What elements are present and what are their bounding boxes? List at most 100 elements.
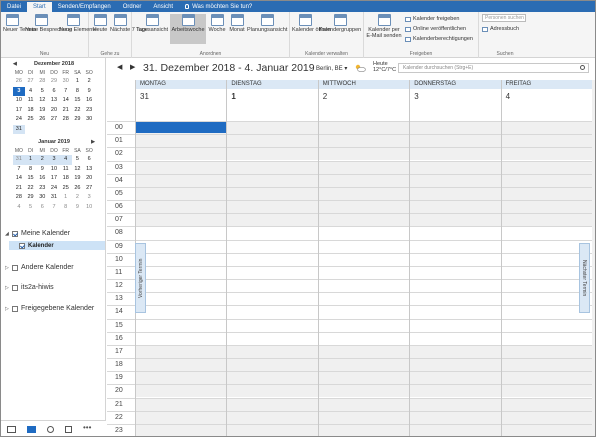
hour-row[interactable]: 06 [107,200,595,214]
mini-calendar-day[interactable]: 11 [25,96,37,106]
hour-row[interactable]: 01 [107,134,595,148]
open-calendar-button[interactable]: Kalender öffnen [292,14,331,33]
hour-row[interactable]: 22 [107,410,595,424]
mini-calendar-day[interactable]: 30 [60,77,72,87]
mini-calendar-day[interactable]: 3 [48,155,60,165]
mini-calendar-day[interactable]: 23 [83,106,95,116]
mini-calendar-day[interactable]: 24 [13,115,25,125]
hour-cells[interactable] [135,227,592,239]
checkbox-icon[interactable] [12,284,18,291]
mini-calendar-day[interactable]: 21 [60,106,72,116]
folder-group-shared-calendars[interactable]: ▷ Freigegebene Kalender [5,305,94,312]
tab-ansicht[interactable]: Ansicht [147,2,179,12]
new-meeting-button[interactable]: Neue Besprechung [25,14,72,33]
prev-month-arrow-icon[interactable]: ◀ [13,60,17,69]
calendar-item-kalender[interactable]: Kalender [9,241,105,250]
checkbox-icon[interactable] [12,230,18,237]
mini-calendar-day[interactable]: 26 [36,115,48,125]
hour-cells[interactable] [135,398,592,411]
folder-group-my-calendars[interactable]: ◢ Meine Kalender [5,230,70,237]
next-period-arrow-icon[interactable]: ▶ [130,63,135,71]
hour-row[interactable]: 13 [107,292,595,305]
hour-row[interactable]: 08 [107,226,595,239]
mini-calendar-day[interactable]: 10 [48,165,60,175]
mini-calendar-day[interactable]: 31 [13,155,25,165]
hour-row[interactable]: 03 [107,160,595,174]
mini-calendar-day[interactable]: 6 [36,203,48,213]
mini-calendar-day[interactable]: 30 [83,115,95,125]
people-search-input[interactable]: Personen suchen [482,14,526,22]
mini-calendar-day[interactable]: 1 [72,77,84,87]
mini-calendar-day[interactable]: 2 [36,155,49,165]
people-icon[interactable] [47,425,54,433]
mini-calendar-day[interactable]: 17 [13,106,25,116]
mini-calendar-day[interactable]: 13 [83,165,95,175]
mini-calendar-day[interactable]: 16 [83,96,95,106]
hour-cells[interactable] [135,174,592,187]
mini-calendar-day[interactable]: 5 [36,87,48,97]
mini-calendar-day[interactable]: 8 [72,87,84,97]
mini-calendar-day[interactable]: 18 [60,174,72,184]
new-items-button[interactable]: Neue Elemente [59,14,97,33]
mini-calendar-day[interactable]: 10 [13,96,25,106]
mini-calendar-day[interactable]: 17 [48,174,60,184]
hour-cells[interactable] [135,345,592,358]
hour-cells[interactable] [135,359,592,372]
mini-calendar-day[interactable]: 24 [48,184,60,194]
mini-calendar-day[interactable]: 28 [60,115,72,125]
hour-row[interactable]: 21 [107,397,595,411]
hour-row[interactable]: 17 [107,344,595,358]
mini-calendar-day[interactable]: 9 [36,165,48,175]
share-calendar-button[interactable]: Kalender freigeben [405,16,459,22]
more-icon[interactable]: ••• [83,424,95,433]
day-column-header[interactable]: MONTAG 31 [135,80,227,121]
hour-cells[interactable] [135,267,592,279]
hour-row[interactable]: 02 [107,147,595,161]
mail-icon[interactable] [7,425,16,433]
email-calendar-button[interactable]: Kalender per E-Mail senden [366,14,402,39]
day-column-header[interactable]: MITTWOCH 2 [317,80,410,121]
mini-calendar-day[interactable]: 2 [72,193,84,203]
mini-calendar-day[interactable]: 20 [83,174,95,184]
hour-row[interactable]: 09 [107,239,595,253]
mini-calendar-day[interactable]: 27 [48,115,60,125]
publish-online-button[interactable]: Online veröffentlichen [405,26,466,32]
hour-row[interactable]: 20 [107,384,595,398]
vertical-scrollbar[interactable] [592,80,595,436]
hour-cells[interactable] [135,385,592,398]
mini-calendar-day[interactable]: 8 [25,165,37,175]
calendar-permissions-button[interactable]: Kalenderberechtigungen [405,36,473,42]
hour-cells[interactable] [135,214,592,227]
checkbox-icon[interactable] [19,242,25,249]
mini-calendar-day[interactable]: 29 [25,193,37,203]
prev-period-arrow-icon[interactable]: ◀ [117,63,122,71]
mini-calendar-day[interactable]: 10 [83,203,95,213]
tab-ordner[interactable]: Ordner [117,2,148,12]
hour-row[interactable]: 11 [107,265,595,279]
calendar-icon[interactable] [27,425,36,433]
mini-calendar-day[interactable]: 6 [48,87,60,97]
mini-calendar-day[interactable]: 19 [36,106,48,116]
hour-row[interactable]: 14 [107,305,595,318]
mini-calendar-day[interactable]: 9 [72,203,84,213]
hour-row[interactable]: 10 [107,252,595,266]
mini-calendar-day[interactable]: 14 [13,174,25,184]
checkbox-icon[interactable] [12,264,18,271]
hour-cells[interactable] [135,280,592,292]
hour-row[interactable]: 05 [107,186,595,200]
checkbox-icon[interactable] [12,305,18,312]
mini-calendar-day[interactable]: 29 [48,77,60,87]
hour-cells[interactable] [135,148,592,161]
mini-calendar-day[interactable]: 20 [48,106,60,116]
mini-calendar-day[interactable]: 5 [72,155,84,165]
mini-calendar-day[interactable]: 16 [36,174,48,184]
calendar-search-input[interactable]: Kalender durchsuchen (Strg+E) [398,63,589,73]
today-button[interactable]: Heute [91,14,109,33]
day-column-header[interactable]: FREITAG 4 [500,80,592,121]
tab-datei[interactable]: Datei [1,2,27,12]
day-column-header[interactable]: DONNERSTAG 3 [409,80,501,121]
mini-calendar-day[interactable]: 6 [83,155,95,165]
mini-calendar-day[interactable]: 7 [60,87,72,97]
mini-calendar-day[interactable]: 29 [72,115,84,125]
mini-calendar-day[interactable]: 1 [24,155,37,165]
